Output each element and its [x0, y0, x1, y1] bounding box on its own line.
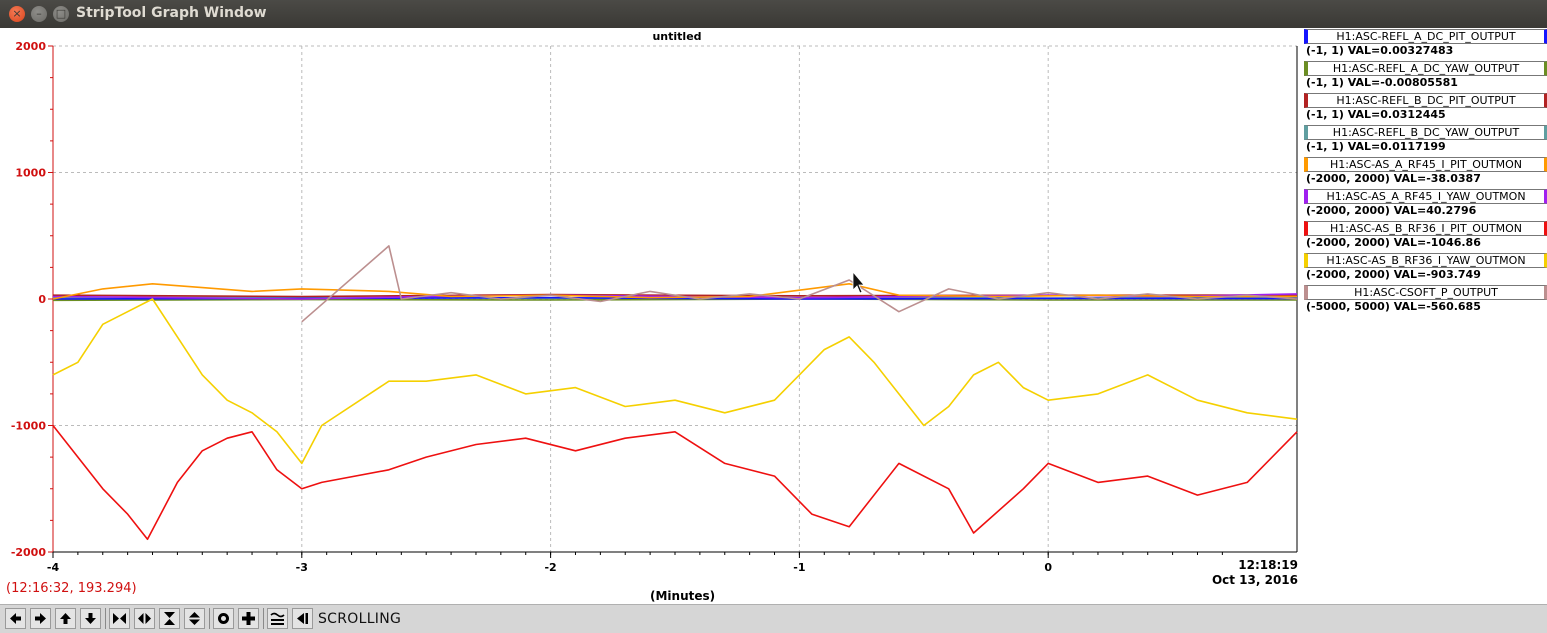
window-title: StripTool Graph Window	[76, 5, 267, 21]
chart-title: untitled	[652, 30, 701, 43]
legend-item[interactable]: H1:ASC-REFL_B_DC_YAW_OUTPUT (-1, 1) VAL=0…	[1300, 124, 1547, 156]
legend-item[interactable]: H1:ASC-REFL_A_DC_YAW_OUTPUT (-1, 1) VAL=-…	[1300, 60, 1547, 92]
legend-item[interactable]: H1:ASC-AS_B_RF36_I_PIT_OUTMON (-2000, 200…	[1300, 220, 1547, 252]
y-tick-label: 0	[38, 293, 46, 306]
x-tick-label: -3	[296, 561, 308, 574]
legend-item-value: (-1, 1) VAL=-0.00805581	[1306, 76, 1458, 89]
pan-down-icon[interactable]	[80, 608, 101, 629]
timestamp-time: 12:18:19	[1238, 558, 1298, 572]
legend-item[interactable]: H1:ASC-AS_A_RF45_I_YAW_OUTMON (-2000, 200…	[1300, 188, 1547, 220]
legend-item-name: H1:ASC-AS_B_RF36_I_YAW_OUTMON	[1304, 253, 1547, 268]
refresh-icon[interactable]	[238, 608, 259, 629]
zoom-out-x-icon[interactable]	[134, 608, 155, 629]
series-layer	[52, 245, 1298, 541]
legend-item-name: H1:ASC-REFL_B_DC_YAW_OUTPUT	[1304, 125, 1547, 140]
auto-scale-icon[interactable]	[267, 608, 288, 629]
zoom-out-y-icon[interactable]	[184, 608, 205, 629]
x-tick-label: 0	[1044, 561, 1052, 574]
x-tick-label: -1	[793, 561, 805, 574]
close-icon[interactable]: ×	[9, 6, 25, 22]
toolbar: SCROLLING	[0, 604, 1547, 633]
reset-icon[interactable]	[213, 608, 234, 629]
legend-item-name: H1:ASC-REFL_B_DC_PIT_OUTPUT	[1304, 93, 1547, 108]
legend-item[interactable]: H1:ASC-REFL_A_DC_PIT_OUTPUT (-1, 1) VAL=0…	[1300, 28, 1547, 60]
legend-item-name: H1:ASC-AS_A_RF45_I_PIT_OUTMON	[1304, 157, 1547, 172]
y-tick-label: -1000	[11, 420, 47, 433]
legend-item[interactable]: H1:ASC-AS_B_RF36_I_YAW_OUTMON (-2000, 200…	[1300, 252, 1547, 284]
maximize-icon[interactable]: □	[53, 6, 69, 22]
zoom-in-y-icon[interactable]	[159, 608, 180, 629]
mouse-cursor-icon	[852, 270, 865, 294]
timestamp-date: Oct 13, 2016	[1211, 573, 1298, 587]
legend-item-value: (-1, 1) VAL=0.00327483	[1306, 44, 1454, 57]
legend-item[interactable]: H1:ASC-AS_A_RF45_I_PIT_OUTMON (-2000, 200…	[1300, 156, 1547, 188]
legend-item-value: (-2000, 2000) VAL=40.2796	[1306, 204, 1477, 217]
legend-item-value: (-2000, 2000) VAL=-903.749	[1306, 268, 1481, 281]
toolbar-separator	[263, 608, 264, 629]
coordinate-readout: (12:16:32, 193.294)	[6, 581, 137, 596]
legend-item-value: (-5000, 5000) VAL=-560.685	[1306, 300, 1481, 313]
legend: H1:ASC-REFL_A_DC_PIT_OUTPUT (-1, 1) VAL=0…	[1300, 28, 1547, 318]
y-tick-label: 1000	[15, 167, 46, 180]
minimize-icon[interactable]: –	[31, 6, 47, 22]
legend-item-value: (-2000, 2000) VAL=-1046.86	[1306, 236, 1481, 249]
y-tick-label: -2000	[11, 546, 47, 559]
legend-item-value: (-1, 1) VAL=0.0312445	[1306, 108, 1446, 121]
series-line	[52, 298, 1298, 465]
y-tick-label: 2000	[15, 40, 46, 53]
axes: 2000 1000 0 -1000 -2000-4 -3 -2 -1 0	[11, 40, 1298, 574]
pause-icon[interactable]	[292, 608, 313, 629]
x-tick-label: -4	[47, 561, 60, 574]
toolbar-separator	[105, 608, 106, 629]
legend-item-name: H1:ASC-REFL_A_DC_PIT_OUTPUT	[1304, 29, 1547, 44]
title-bar: × – □ StripTool Graph Window	[0, 0, 1547, 28]
x-axis-label: (Minutes)	[650, 589, 716, 603]
x-tick-label: -2	[544, 561, 556, 574]
zoom-in-x-icon[interactable]	[109, 608, 130, 629]
pan-left-icon[interactable]	[5, 608, 26, 629]
pan-up-icon[interactable]	[55, 608, 76, 629]
pan-right-icon[interactable]	[30, 608, 51, 629]
legend-item[interactable]: H1:ASC-REFL_B_DC_PIT_OUTPUT (-1, 1) VAL=0…	[1300, 92, 1547, 124]
legend-item-value: (-1, 1) VAL=0.0117199	[1306, 140, 1446, 153]
legend-item-name: H1:ASC-AS_B_RF36_I_PIT_OUTMON	[1304, 221, 1547, 236]
timestamp: 12:18:19 Oct 13, 2016	[1180, 558, 1298, 588]
legend-item-name: H1:ASC-AS_A_RF45_I_YAW_OUTMON	[1304, 189, 1547, 204]
legend-item-name: H1:ASC-REFL_A_DC_YAW_OUTPUT	[1304, 61, 1547, 76]
legend-item-name: H1:ASC-CSOFT_P_OUTPUT	[1304, 285, 1547, 300]
legend-item[interactable]: H1:ASC-CSOFT_P_OUTPUT (-5000, 5000) VAL=-…	[1300, 284, 1547, 316]
mode-label: SCROLLING	[318, 611, 402, 627]
toolbar-separator	[209, 608, 210, 629]
legend-item-value: (-2000, 2000) VAL=-38.0387	[1306, 172, 1481, 185]
series-line	[52, 425, 1298, 541]
